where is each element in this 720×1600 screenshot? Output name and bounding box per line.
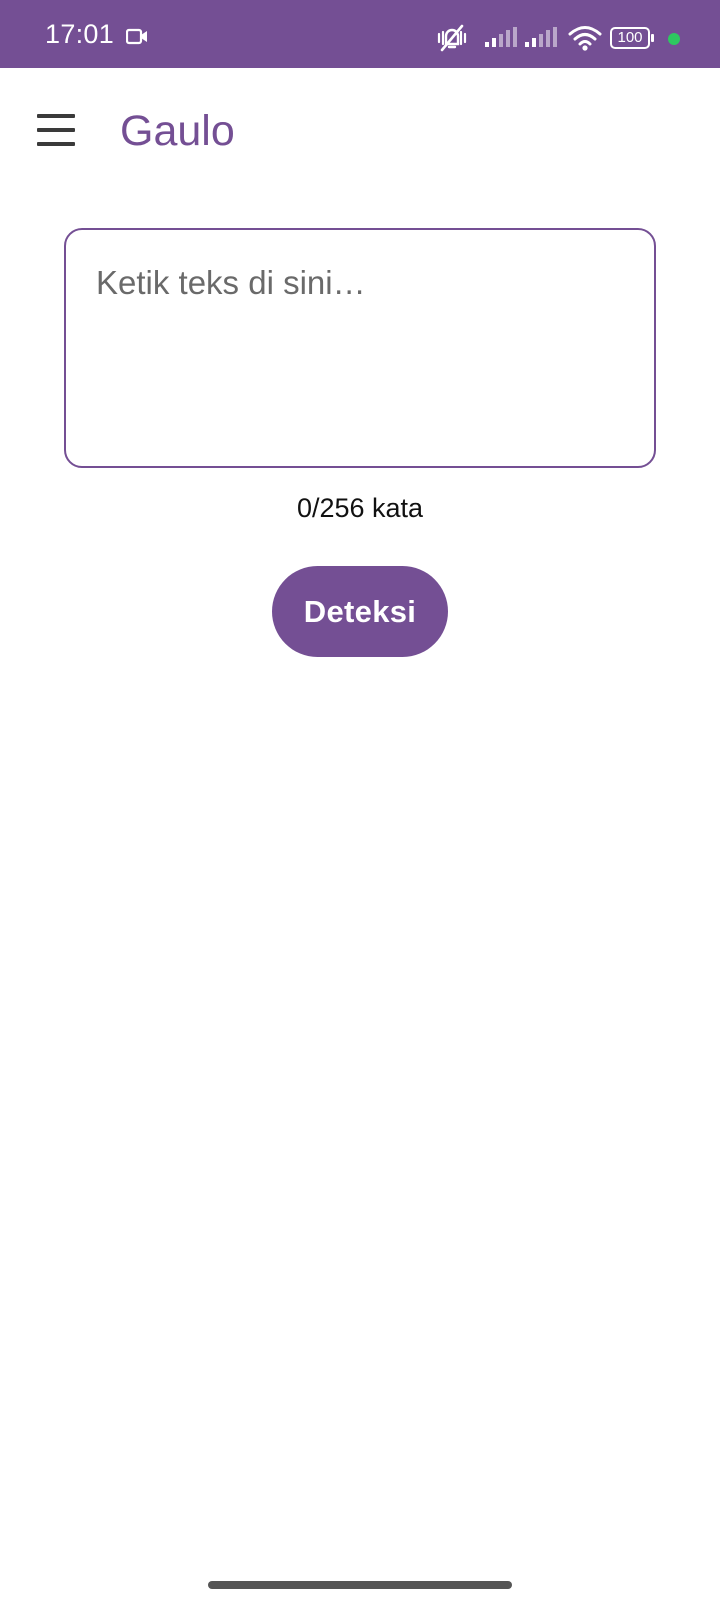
app-bar: Gaulo [0,68,720,198]
text-input[interactable] [96,264,624,432]
home-indicator[interactable] [208,1581,512,1589]
status-time: 17:01 [45,19,115,49]
video-camera-icon [126,28,147,45]
battery-level: 100 [617,29,643,46]
privacy-dot-icon [668,33,680,45]
vibrate-silent-icon [437,24,467,52]
detect-button[interactable]: Deteksi [272,566,448,657]
hamburger-menu-icon[interactable] [24,98,88,162]
wifi-icon [568,26,602,51]
signal-icon [485,27,517,47]
word-counter: 0/256 kata [296,493,424,523]
status-bar: 17:01 100 [0,0,720,68]
text-input-container[interactable] [64,228,656,468]
signal-icon [525,27,557,47]
app-title: Gaulo [120,107,235,155]
battery-icon: 100 [610,27,654,49]
